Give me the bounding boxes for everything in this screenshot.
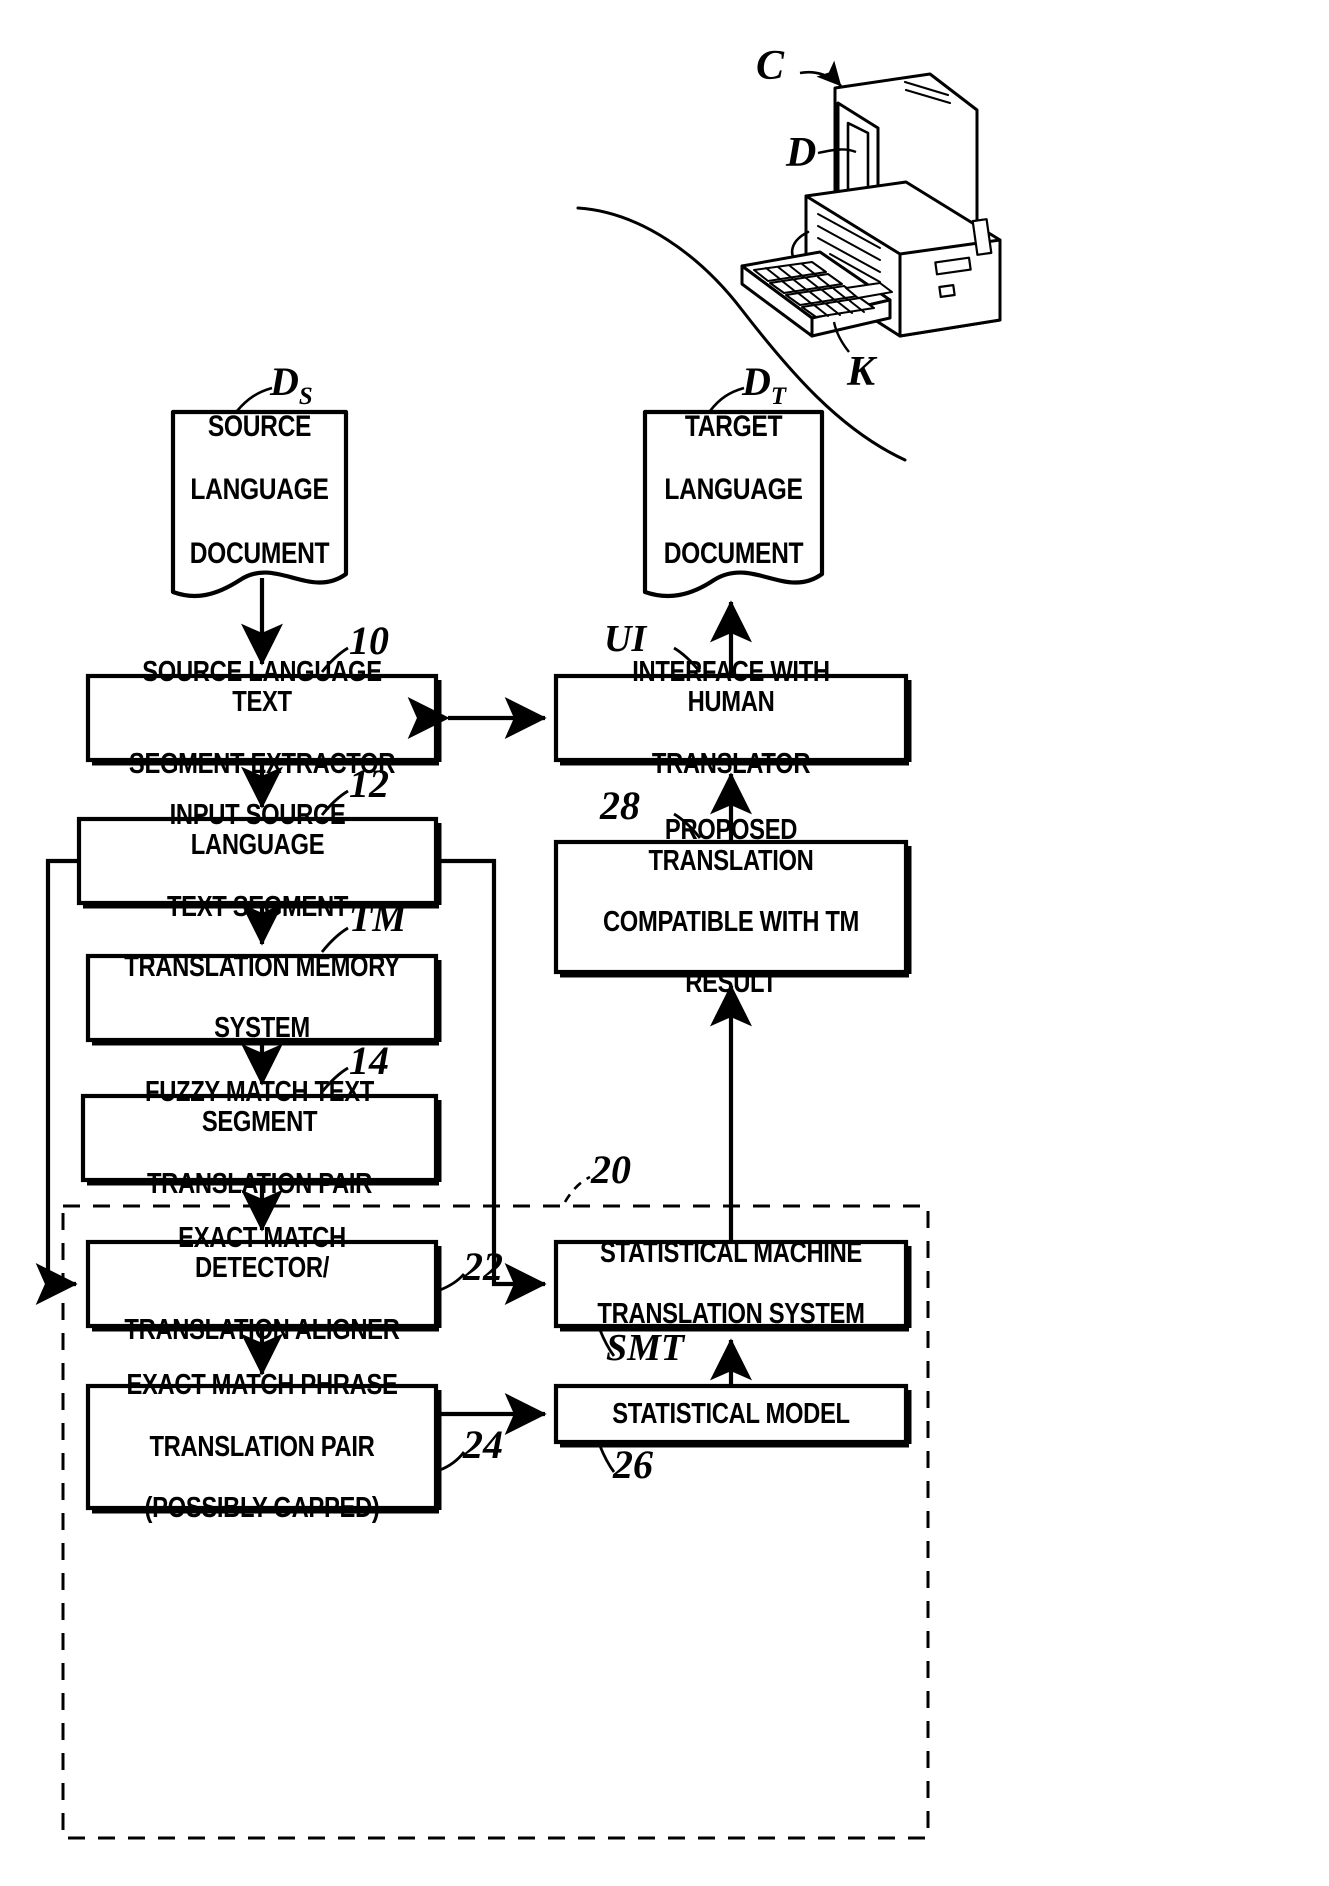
b28-line-3: RESULT — [685, 967, 777, 1000]
figure-canvas: SOURCE LANGUAGE DOCUMENT TARGET LANGUAGE… — [0, 0, 1329, 1886]
source-language-document-label: SOURCE LANGUAGE DOCUMENT — [189, 410, 331, 569]
ref-DT-sub: T — [770, 383, 787, 410]
ref-DS-sub: S — [298, 383, 313, 410]
target-language-document-label: TARGET LANGUAGE DOCUMENT — [661, 410, 806, 569]
ref-24: 24 — [463, 1422, 503, 1467]
leader-C — [799, 60, 842, 87]
ref-26: 26 — [613, 1442, 653, 1487]
ref-DS: DS — [270, 358, 313, 411]
box-source-language-text-segment-extractor: SOURCE LANGUAGE TEXT SEGMENT EXTRACTOR — [119, 656, 404, 779]
leader-DS — [236, 386, 273, 412]
b24-line-1: EXACT MATCH PHRASE — [126, 1369, 398, 1402]
ref-C: C — [756, 43, 785, 89]
ref-DT-base: D — [742, 359, 771, 404]
ref-SMT: SMT — [606, 1327, 685, 1369]
ref-UI: UI — [604, 618, 647, 660]
b14-line-2: TRANSLATION PAIR — [146, 1167, 373, 1200]
bui-line-1: INTERFACE WITH HUMAN — [632, 655, 830, 719]
box-interface-with-human-translator: INTERFACE WITH HUMAN TRANSLATOR — [588, 656, 875, 779]
bsmt-line-1: STATISTICAL MACHINE — [600, 1236, 862, 1269]
b22-line-2: TRANSLATION ALIGNER — [124, 1313, 400, 1346]
bui-line-2: TRANSLATOR — [651, 747, 811, 780]
ref-22: 22 — [463, 1244, 503, 1289]
ref-DS-base: D — [270, 359, 299, 404]
b26-line-1: STATISTICAL MODEL — [612, 1397, 850, 1430]
b10-line-1: SOURCE LANGUAGE TEXT — [142, 655, 382, 719]
ref-TM: TM — [349, 898, 406, 940]
ref-20: 20 — [591, 1147, 631, 1192]
ref-D-display: D — [786, 130, 817, 176]
ds-line-3: DOCUMENT — [189, 536, 330, 570]
ref-DT: DT — [742, 358, 786, 411]
b14-line-1: FUZZY MATCH TEXT SEGMENT — [144, 1075, 375, 1139]
box-translation-memory-system: TRANSLATION MEMORY SYSTEM — [119, 952, 404, 1044]
b24-line-3: (POSSIBLY GAPPED) — [144, 1492, 380, 1525]
ds-line-2: LANGUAGE — [190, 473, 329, 507]
ref-10: 10 — [349, 618, 389, 663]
b28-line-2: COMPATIBLE WITH TM — [602, 906, 860, 938]
ds-line-1: SOURCE — [207, 409, 312, 443]
box-statistical-machine-translation-system: STATISTICAL MACHINE TRANSLATION SYSTEM — [588, 1238, 875, 1330]
leader-DT — [708, 386, 745, 412]
btm-line-1: TRANSLATION MEMORY — [124, 950, 400, 983]
ref-14: 14 — [349, 1038, 389, 1083]
ref-K: K — [847, 349, 876, 395]
box-proposed-translation-compatible-with-tm-result: PROPOSED TRANSLATION COMPATIBLE WITH TM … — [588, 814, 875, 998]
box-input-source-language-text-segment: INPUT SOURCE LANGUAGE TEXT SEGMENT — [111, 799, 404, 922]
b24-line-2: TRANSLATION PAIR — [149, 1430, 375, 1463]
b22-line-1: EXACT MATCH DETECTOR/ — [178, 1221, 346, 1285]
ref-12: 12 — [349, 761, 389, 806]
dt-line-1: TARGET — [684, 409, 783, 443]
box-exact-match-detector-translation-aligner: EXACT MATCH DETECTOR/ TRANSLATION ALIGNE… — [119, 1222, 404, 1345]
b12-line-1: INPUT SOURCE LANGUAGE — [169, 798, 346, 862]
box-fuzzy-match-text-segment-translation-pair: FUZZY MATCH TEXT SEGMENT TRANSLATION PAI… — [115, 1076, 404, 1199]
dt-line-3: DOCUMENT — [663, 536, 804, 570]
ref-28: 28 — [600, 783, 640, 828]
box-statistical-model: STATISTICAL MODEL — [588, 1386, 875, 1442]
leader-20 — [563, 1175, 591, 1203]
box-exact-match-phrase-translation-pair: EXACT MATCH PHRASE TRANSLATION PAIR (POS… — [119, 1370, 404, 1523]
dt-line-2: LANGUAGE — [664, 473, 803, 507]
